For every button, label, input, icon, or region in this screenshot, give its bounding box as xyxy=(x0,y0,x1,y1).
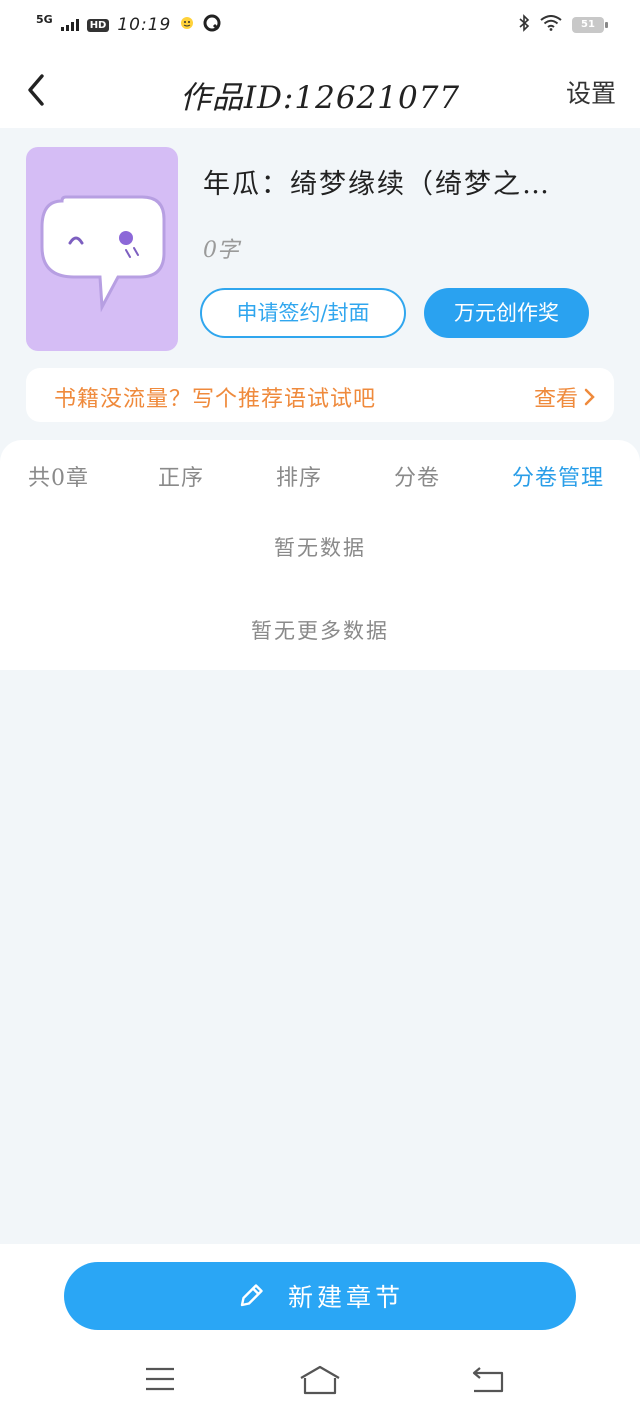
promo-banner[interactable]: 书籍没流量？写个推荐语试试吧 查看 xyxy=(26,368,614,422)
status-right: 51 xyxy=(518,14,608,36)
system-nav-bar xyxy=(0,1364,640,1404)
back-nav-icon[interactable] xyxy=(470,1364,506,1394)
creation-award-button[interactable]: 万元创作奖 xyxy=(424,288,589,338)
home-icon[interactable] xyxy=(298,1364,342,1396)
clock: 10:19 xyxy=(117,15,172,35)
network-type: 5G xyxy=(36,12,53,26)
promo-text: 书籍没流量？写个推荐语试试吧 xyxy=(54,387,377,412)
bottom-area: 新建章节 xyxy=(0,1244,640,1422)
hd-badge: HD xyxy=(86,18,110,32)
chevron-right-icon xyxy=(584,388,595,406)
promo-view-link[interactable]: 查看 xyxy=(534,381,596,413)
tab-volume-management[interactable]: 分卷管理 xyxy=(512,460,604,492)
word-count: 0字 xyxy=(203,238,239,263)
chat-bubble-icon xyxy=(40,195,166,313)
pencil-icon xyxy=(240,1284,263,1307)
status-left: 5G HD 10:19 xyxy=(36,12,221,38)
chapter-list-card: 共0章 正序 排序 分卷 分卷管理 暂无数据 暂无更多数据 xyxy=(0,440,640,670)
apply-signing-button[interactable]: 申请签约/封面 xyxy=(200,288,406,338)
new-chapter-label: 新建章节 xyxy=(287,1283,404,1312)
book-cover[interactable] xyxy=(26,147,178,351)
q-app-icon xyxy=(203,14,221,36)
tab-chapter-count: 共0章 xyxy=(28,466,89,491)
status-bar: 5G HD 10:19 51 xyxy=(0,0,640,52)
bluetooth-icon xyxy=(518,14,530,36)
tab-volumes[interactable]: 分卷 xyxy=(394,460,440,492)
promo-view-label: 查看 xyxy=(533,387,578,412)
notification-emoji-icon xyxy=(179,15,195,35)
top-app-bar: 作品ID:12621077 设置 xyxy=(0,52,640,128)
new-chapter-button[interactable]: 新建章节 xyxy=(64,1262,576,1330)
tab-order-ascending[interactable]: 正序 xyxy=(158,460,204,492)
empty-state-text: 暂无数据 xyxy=(274,536,366,560)
signal-icon xyxy=(60,19,79,31)
wifi-icon xyxy=(540,15,562,35)
battery-indicator: 51 xyxy=(572,17,608,33)
book-title: 年瓜：绮梦缘续（绮梦之… xyxy=(203,169,551,200)
menu-icon[interactable] xyxy=(144,1364,176,1394)
tab-sort[interactable]: 排序 xyxy=(276,460,322,492)
no-more-data-text: 暂无更多数据 xyxy=(251,619,389,643)
page-title: 作品ID:12621077 xyxy=(179,80,461,116)
settings-button[interactable]: 设置 xyxy=(566,74,616,110)
